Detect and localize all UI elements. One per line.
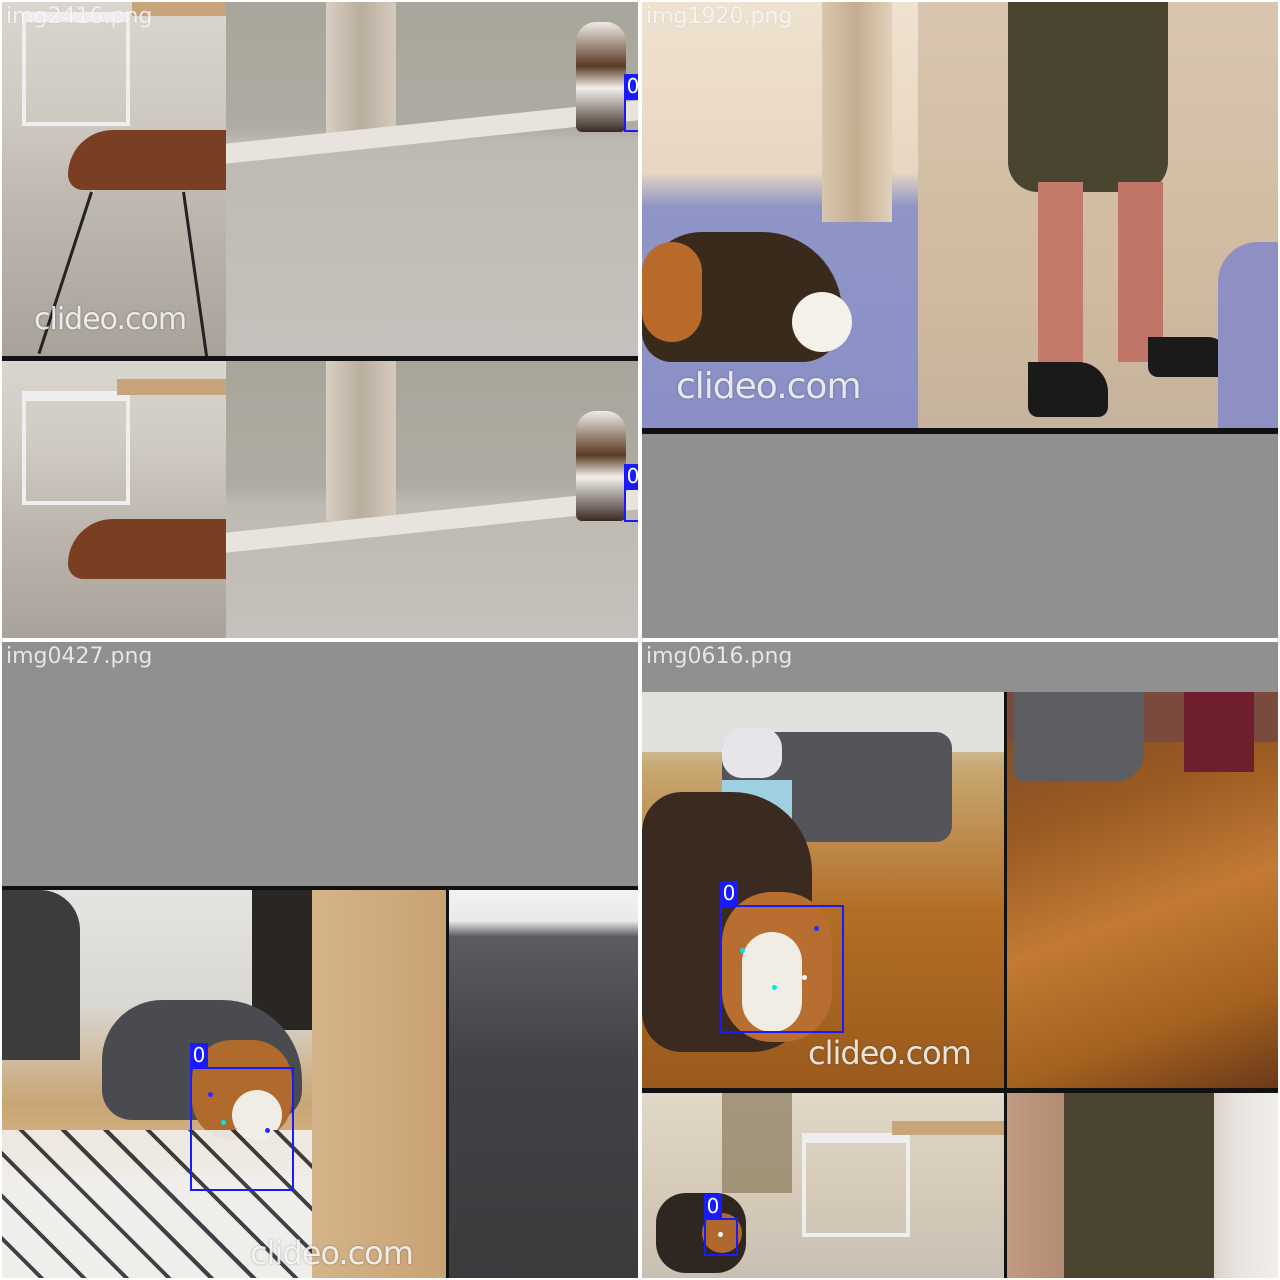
detection-class-label: 0 bbox=[190, 1043, 208, 1067]
person-legs-panel bbox=[918, 2, 1278, 428]
tile-filename: img0427.png bbox=[6, 644, 153, 669]
room-stool-panel-2 bbox=[2, 361, 226, 638]
watermark-text: clideo.com bbox=[250, 1234, 414, 1272]
tile-img0616: img0616.png clideo.com 0 0 bbox=[642, 642, 1278, 1278]
dog-on-bed-panel bbox=[642, 2, 918, 428]
tile-img1920: img1920.png clideo.com bbox=[642, 2, 1278, 638]
hallway-panel bbox=[226, 2, 638, 356]
person-pocket-panel bbox=[1004, 1093, 1278, 1278]
gray-padding bbox=[2, 642, 638, 886]
detection-box: 0 bbox=[704, 1194, 738, 1256]
watermark-text: clideo.com bbox=[808, 1034, 972, 1072]
detection-box: 0 bbox=[624, 464, 638, 522]
watermark-text: clideo.com bbox=[676, 366, 862, 407]
tile-img2416: img2416.png clideo.com 0 0 bbox=[2, 2, 638, 638]
wood-floor-panel bbox=[1004, 692, 1278, 1088]
room-dog-corner-panel bbox=[642, 1093, 1004, 1278]
keypoint bbox=[740, 948, 745, 953]
keypoint bbox=[772, 985, 777, 990]
detection-class-label: 0 bbox=[704, 1194, 722, 1218]
hallway-panel-2 bbox=[226, 361, 638, 638]
mosaic-grid: img2416.png clideo.com 0 0 img1920.png c… bbox=[0, 0, 1280, 1280]
keypoint bbox=[814, 926, 819, 931]
tile-filename: img1920.png bbox=[646, 4, 793, 29]
detection-class-label: 0 bbox=[720, 881, 738, 905]
keypoint bbox=[208, 1092, 213, 1097]
detection-box: 0 bbox=[190, 1043, 294, 1191]
keypoint bbox=[802, 975, 807, 980]
tile-filename: img2416.png bbox=[6, 4, 153, 29]
watermark-text: clideo.com bbox=[34, 302, 187, 337]
gray-padding bbox=[642, 434, 1278, 638]
detection-box: 0 bbox=[720, 881, 844, 1033]
tile-img0427: img0427.png clideo.com 0 bbox=[2, 642, 638, 1278]
tile-filename: img0616.png bbox=[646, 644, 793, 669]
sofa-closeup-panel bbox=[446, 890, 638, 1278]
keypoint bbox=[265, 1128, 270, 1133]
keypoint bbox=[718, 1232, 723, 1237]
detection-box: 0 bbox=[624, 74, 638, 132]
detection-class-label: 0 bbox=[624, 74, 638, 98]
keypoint bbox=[221, 1120, 226, 1125]
detection-class-label: 0 bbox=[624, 464, 638, 488]
